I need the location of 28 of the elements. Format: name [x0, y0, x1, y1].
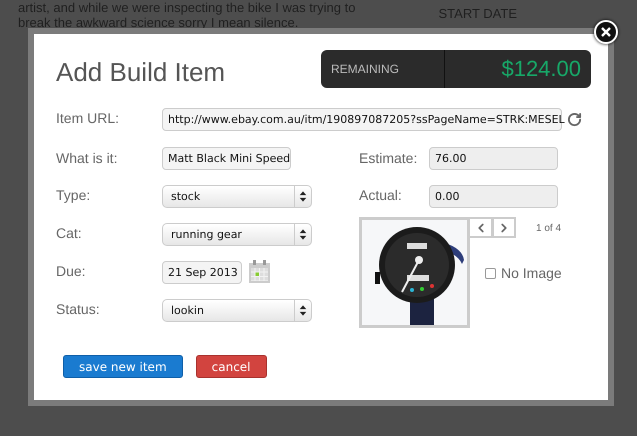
date-field[interactable]: 21 Sep 2013	[162, 260, 242, 284]
select-field[interactable]: running gear	[162, 222, 312, 246]
remaining-amount: $124.00	[500, 55, 582, 83]
select-field[interactable]: stock	[162, 184, 312, 208]
previous-button[interactable]	[470, 217, 493, 238]
field-label: What is it:	[56, 150, 118, 166]
refresh-icon[interactable]	[567, 112, 582, 126]
field-label: Item URL:	[56, 110, 120, 126]
text-field[interactable]: Matt Black Mini Speed	[162, 147, 291, 170]
number-field[interactable]: 76.00	[429, 147, 558, 170]
field-label: Actual:	[359, 187, 402, 203]
field-label: Status:	[56, 301, 100, 317]
dialog-title: Add Build Item	[56, 56, 226, 88]
save-button[interactable]: save new item	[63, 355, 183, 378]
field-label: Type:	[56, 187, 90, 203]
cancel-button[interactable]: cancel	[196, 355, 267, 378]
next-button[interactable]	[493, 217, 516, 238]
field-label: Cat:	[56, 225, 82, 241]
image-counter: 1 of 4	[536, 223, 562, 234]
field-label: Estimate:	[359, 150, 418, 166]
select-field[interactable]: lookin	[162, 298, 312, 322]
close-icon[interactable]	[594, 20, 618, 44]
field-label: Due:	[56, 263, 86, 279]
url-field[interactable]: http://www.ebay.com.au/itm/190897087205?ssPageName=STRK:MESEL	[162, 108, 562, 130]
calendar-icon[interactable]	[248, 260, 271, 284]
remaining-label: REMAINING	[321, 50, 445, 88]
number-field[interactable]: 0.00	[429, 184, 558, 208]
no-image-checkbox[interactable]: No Image	[485, 265, 562, 281]
